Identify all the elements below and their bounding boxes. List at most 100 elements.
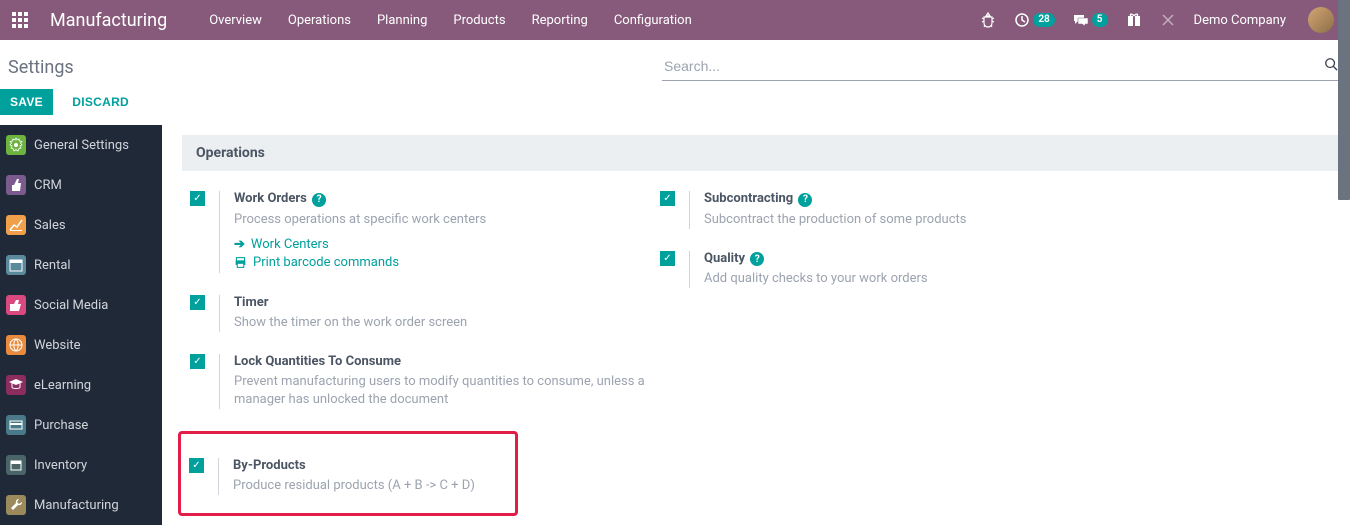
help-icon[interactable]: ? <box>798 193 812 207</box>
main-nav: Overview Operations Planning Products Re… <box>197 0 704 40</box>
apps-menu-icon[interactable] <box>4 0 36 40</box>
setting-description: Prevent manufacturing users to modify qu… <box>234 373 652 409</box>
divider <box>219 191 220 273</box>
link-text: Print barcode commands <box>253 255 399 270</box>
sidebar-item-rental[interactable]: Rental <box>0 245 162 285</box>
company-switcher[interactable]: Demo Company <box>1186 0 1294 40</box>
setting-title: By-Products <box>233 458 515 473</box>
box-icon <box>6 455 26 475</box>
nav-configuration[interactable]: Configuration <box>602 0 704 40</box>
sidebar-item-label: General Settings <box>34 138 129 153</box>
setting-description: Add quality checks to your work orders <box>704 270 1122 288</box>
setting-row: ✓ By-Products Produce residual products (A… <box>181 458 515 495</box>
sidebar-item-elearning[interactable]: eLearning <box>0 365 162 405</box>
sidebar-item-label: Purchase <box>34 418 88 433</box>
setting-checkbox[interactable]: ✓ <box>190 295 205 310</box>
settings-sidebar: General Settings CRM Sales Rental Social Med… <box>0 125 162 525</box>
sidebar-item-manufacturing[interactable]: Manufacturing <box>0 485 162 525</box>
checkbox-wrap: ✓ <box>182 295 219 332</box>
card-icon <box>6 415 26 435</box>
user-avatar[interactable] <box>1296 0 1342 40</box>
sidebar-item-label: eLearning <box>34 378 91 393</box>
topbar-right: 28 5 Demo Company <box>972 0 1342 40</box>
thumb-icon <box>6 295 26 315</box>
gift-icon[interactable] <box>1118 0 1150 40</box>
top-navbar: Manufacturing Overview Operations Planni… <box>0 0 1350 40</box>
setting-checkbox[interactable]: ✓ <box>189 458 204 473</box>
setting-description: Process operations at specific work cent… <box>234 211 652 229</box>
chart-icon <box>6 215 26 235</box>
debug-icon[interactable] <box>972 0 1004 40</box>
divider <box>689 251 690 289</box>
checkbox-wrap: ✓ <box>652 251 689 289</box>
setting-link[interactable]: ➔ Work Centers <box>234 237 652 252</box>
sidebar-item-label: Sales <box>34 218 66 233</box>
nav-reporting[interactable]: Reporting <box>520 0 600 40</box>
sidebar-item-website[interactable]: Website <box>0 325 162 365</box>
wrench-icon <box>6 495 26 515</box>
globe-icon <box>6 335 26 355</box>
setting-body: Quality ? Add quality checks to your work… <box>704 251 1122 289</box>
discard-button[interactable]: DISCARD <box>62 89 139 115</box>
setting-body: Subcontracting ?Subcontract the producti… <box>704 191 1122 229</box>
sidebar-item-social-media[interactable]: Social Media <box>0 285 162 325</box>
setting-description: Show the timer on the work order screen <box>234 314 652 332</box>
sidebar-item-sales[interactable]: Sales <box>0 205 162 245</box>
nav-overview[interactable]: Overview <box>197 0 274 40</box>
close-icon[interactable] <box>1152 0 1184 40</box>
sidebar-item-crm[interactable]: CRM <box>0 165 162 205</box>
setting-checkbox[interactable]: ✓ <box>190 191 205 206</box>
setting-title: Lock Quantities To Consume <box>234 354 652 369</box>
setting-row: ✓TimerShow the timer on the work order s… <box>182 295 652 354</box>
setting-description: Produce residual products (A + B -> C + … <box>233 477 515 495</box>
sidebar-item-label: Website <box>34 338 81 353</box>
sidebar-item-label: CRM <box>34 178 62 193</box>
save-button[interactable]: SAVE <box>0 89 53 115</box>
page-header: Settings <box>0 40 1350 89</box>
highlighted-setting: ✓ By-Products Produce residual products (A… <box>178 431 518 516</box>
setting-body: Lock Quantities To Consume Prevent manufa… <box>234 354 652 409</box>
app-brand[interactable]: Manufacturing <box>50 10 167 31</box>
sidebar-scrollbar[interactable] <box>1338 0 1350 400</box>
setting-body: Work Orders ? Process operations at speci… <box>234 191 652 273</box>
search-input[interactable] <box>662 54 1320 78</box>
setting-checkbox[interactable]: ✓ <box>660 191 675 206</box>
messages-icon[interactable]: 5 <box>1065 0 1116 40</box>
arrow-right-icon: ➔ <box>234 237 245 252</box>
setting-title: Work Orders ? <box>234 191 652 207</box>
nav-planning[interactable]: Planning <box>365 0 439 40</box>
nav-operations[interactable]: Operations <box>276 0 363 40</box>
setting-row: ✓ Quality ? Add quality checks to your wor… <box>652 251 1122 311</box>
help-icon[interactable]: ? <box>312 193 326 207</box>
setting-title: Subcontracting ? <box>704 191 1122 207</box>
setting-row: ✓ Subcontracting ?Subcontract the product… <box>652 191 1122 251</box>
content-area: Operations ✓Work Orders ?Process operati… <box>162 125 1350 525</box>
action-bar: SAVE DISCARD <box>0 89 1350 125</box>
activities-badge: 28 <box>1033 13 1054 27</box>
sidebar-item-general-settings[interactable]: General Settings <box>0 125 162 165</box>
setting-link[interactable]: Print barcode commands <box>234 255 652 270</box>
hand-icon <box>6 175 26 195</box>
search-box[interactable] <box>662 54 1342 81</box>
activities-icon[interactable]: 28 <box>1006 0 1062 40</box>
checkbox-wrap: ✓ <box>181 458 218 495</box>
divider <box>218 458 219 495</box>
sidebar-item-label: Inventory <box>34 458 87 473</box>
nav-products[interactable]: Products <box>441 0 517 40</box>
link-text: Work Centers <box>251 237 329 252</box>
checkbox-wrap: ✓ <box>652 191 689 229</box>
print-icon <box>234 256 247 269</box>
sidebar-item-label: Social Media <box>34 298 108 313</box>
setting-title: Quality ? <box>704 251 1122 267</box>
setting-checkbox[interactable]: ✓ <box>660 251 675 266</box>
setting-checkbox[interactable]: ✓ <box>190 354 205 369</box>
sidebar-item-label: Rental <box>34 258 71 273</box>
sidebar-item-purchase[interactable]: Purchase <box>0 405 162 445</box>
page-title: Settings <box>8 57 74 78</box>
sidebar-item-inventory[interactable]: Inventory <box>0 445 162 485</box>
sidebar-item-label: Manufacturing <box>34 498 119 513</box>
divider <box>689 191 690 229</box>
divider <box>219 295 220 332</box>
help-icon[interactable]: ? <box>750 252 764 266</box>
settings-grid: ✓ Work Orders ? Process operations at spec… <box>182 171 1350 516</box>
